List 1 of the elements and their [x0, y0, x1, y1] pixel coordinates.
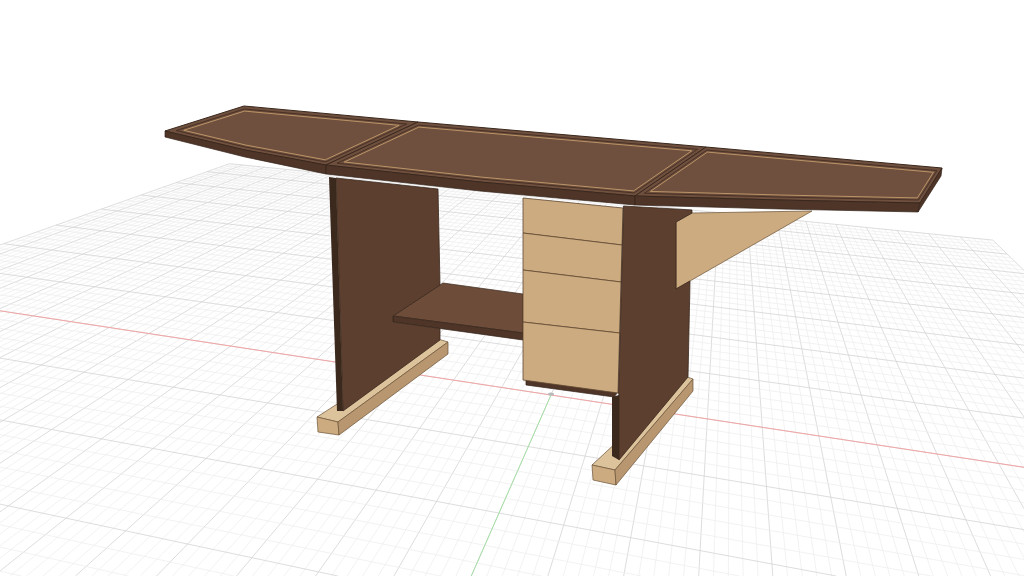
origin-marker-icon	[548, 392, 554, 396]
